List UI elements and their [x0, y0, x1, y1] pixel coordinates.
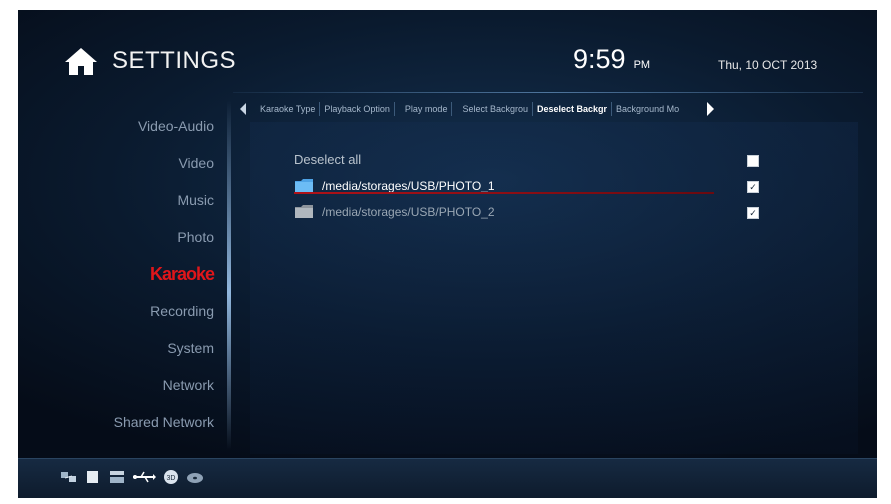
sidebar-item-karaoke[interactable]: Karaoke [78, 256, 215, 293]
sidebar: Video-Audio Video Music Photo Karaoke Re… [78, 108, 215, 441]
folder-icon [295, 205, 313, 218]
content-panel: Deselect all /media/storages/USB/PHOTO_1… [250, 122, 858, 454]
tab-scroll-right-icon[interactable] [707, 102, 715, 116]
tab-select-background[interactable]: Select Backgrou [452, 102, 533, 116]
3d-icon: 3D [164, 470, 178, 484]
sidebar-item-video-audio[interactable]: Video-Audio [78, 108, 214, 145]
clock-time: 9:59 [573, 44, 626, 74]
sidebar-item-network[interactable]: Network [78, 367, 214, 404]
status-bar: 3D [18, 458, 877, 498]
deselect-all-checkbox[interactable] [747, 155, 759, 167]
usb-icon [133, 471, 156, 483]
svg-text:3D: 3D [167, 475, 176, 482]
folder-row[interactable]: /media/storages/USB/PHOTO_2 [294, 204, 495, 219]
tab-deselect-background[interactable]: Deselect Backgr [533, 102, 613, 116]
tab-karaoke-type[interactable]: Karaoke Type [256, 102, 321, 116]
date: Thu, 10 OCT 2013 [718, 58, 818, 72]
header: SETTINGS [64, 46, 236, 76]
folder-row[interactable]: /media/storages/USB/PHOTO_1 [294, 178, 495, 193]
deselect-all-row[interactable]: Deselect all [294, 152, 361, 167]
settings-screen: SETTINGS 9:59 PM Thu, 10 OCT 2013 Video-A… [18, 10, 877, 498]
selection-highlight [294, 192, 714, 194]
deselect-all-label: Deselect all [294, 152, 362, 167]
tab-bar: Karaoke Type Playback Option Play mode S… [240, 98, 862, 120]
folder-path: /media/storages/USB/PHOTO_2 [322, 204, 495, 219]
sidebar-item-system[interactable]: System [78, 330, 214, 367]
folder-checkbox[interactable]: ✓ [747, 181, 759, 193]
home-icon[interactable] [64, 46, 98, 76]
sidebar-divider [227, 100, 231, 450]
sidebar-item-video[interactable]: Video [78, 145, 214, 182]
tab-background-mode[interactable]: Background Mo [612, 102, 702, 116]
sidebar-item-recording[interactable]: Recording [78, 293, 214, 330]
card-reader-icon [110, 471, 124, 483]
tab-scroll-left-icon[interactable] [240, 103, 246, 115]
header-divider [233, 92, 863, 93]
tab-playback-option[interactable]: Playback Option [320, 102, 395, 116]
folder-checkbox[interactable]: ✓ [747, 207, 759, 219]
sidebar-item-shared-network[interactable]: Shared Network [78, 404, 214, 441]
sidebar-item-music[interactable]: Music [78, 182, 214, 219]
network-icon [61, 472, 76, 482]
clock-ampm: PM [633, 59, 651, 71]
clock: 9:59 PM [573, 44, 650, 75]
page-title: SETTINGS [112, 47, 237, 74]
sidebar-item-photo[interactable]: Photo [78, 219, 214, 256]
tab-play-mode[interactable]: Play mode [395, 102, 453, 116]
storage-icon [87, 471, 98, 483]
folder-path: /media/storages/USB/PHOTO_1 [322, 178, 495, 193]
folder-icon [295, 179, 313, 192]
disc-icon [187, 473, 203, 483]
